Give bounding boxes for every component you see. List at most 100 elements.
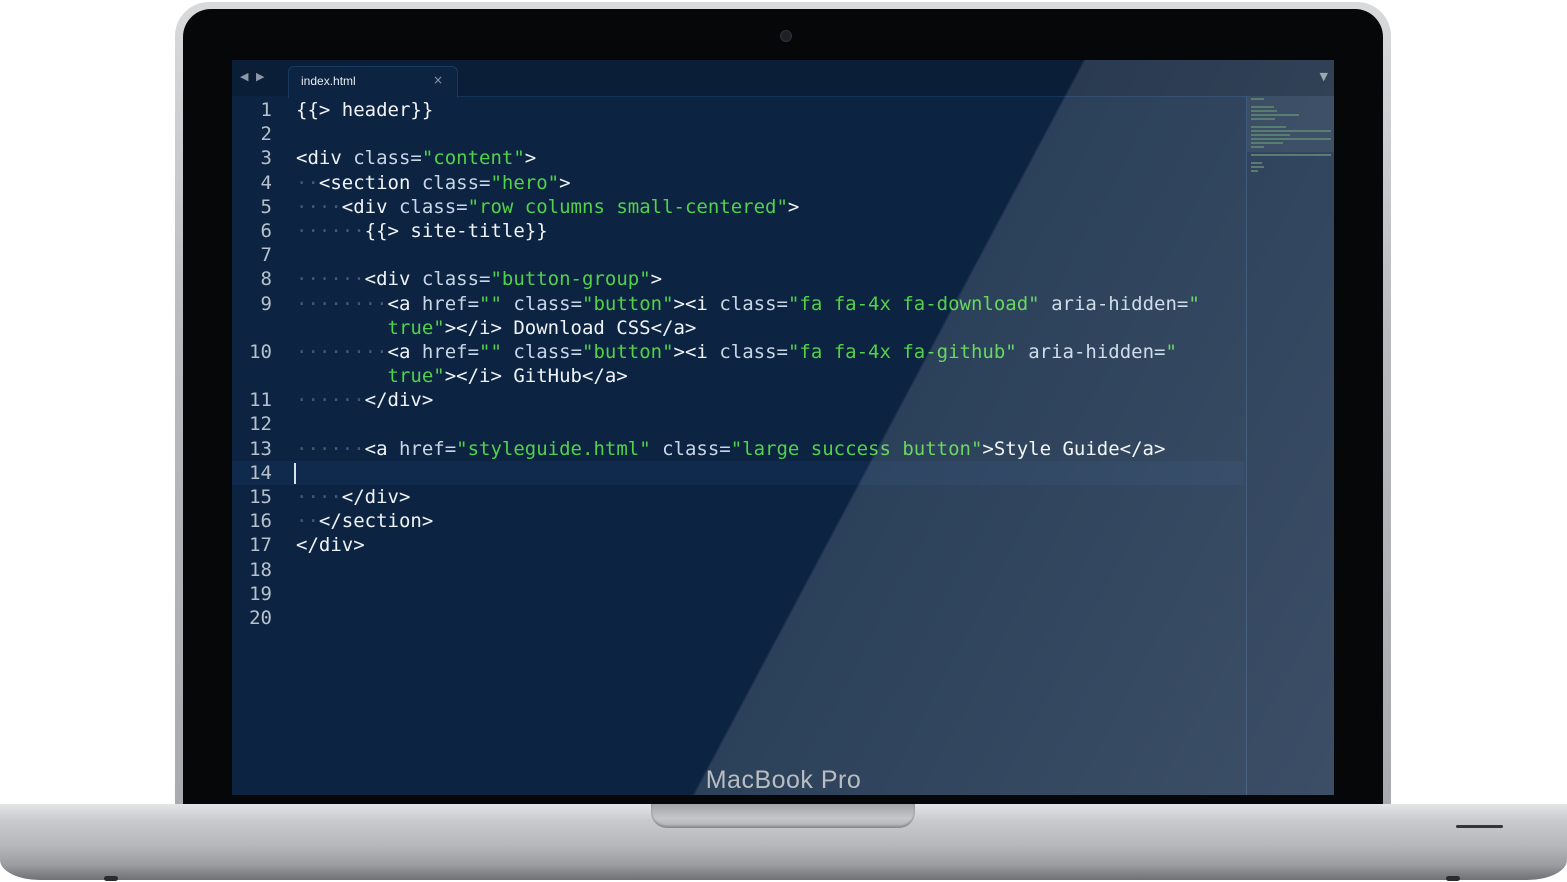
code-line[interactable]: 6 ······{{> site-title}} [232,219,1244,243]
code-token: <div [341,195,399,218]
code-line[interactable]: 1 {{> header}} [232,98,1244,122]
code-line[interactable]: true"></i> Download CSS</a> [232,316,1244,340]
code-token: ········ [296,340,388,363]
code-token: "" [479,340,502,363]
line-number: 6 [260,219,272,242]
code-token: ><i [673,292,720,315]
line-number: 2 [260,123,272,146]
line-number: 11 [249,389,272,412]
minimap-line [1251,110,1278,112]
camera-icon [780,30,792,42]
minimap-line [1251,142,1283,144]
line-number: 14 [249,461,272,484]
code-token: aria-hidden= [1028,340,1166,363]
code-line[interactable]: 17 </div> [232,533,1244,557]
close-icon[interactable]: × [433,73,443,87]
code-text: ······<a href="styleguide.html" class="l… [296,437,1165,461]
code-line[interactable]: 3 <div class="content"> [232,146,1244,170]
code-area[interactable]: 1 {{> header}} 2 3 <div class="content"> 4 ··<… [232,98,1244,630]
line-number: 20 [249,606,272,629]
code-line[interactable]: true"></i> GitHub</a> [232,364,1244,388]
code-text: </div> [296,533,365,557]
laptop-foot [104,876,118,881]
code-line[interactable]: 20 [232,606,1244,630]
code-token: "" [479,292,502,315]
code-line[interactable]: 13 ······<a href="styleguide.html" class=… [232,437,1244,461]
line-number: 12 [249,413,272,436]
code-token: class= [513,292,583,315]
code-token: ><i [673,340,720,363]
minimap-line [1251,126,1287,128]
minimap-line [1251,118,1276,120]
code-text: ··</section> [296,509,433,533]
code-line[interactable]: 16 ··</section> [232,509,1244,533]
code-token: href= [421,340,480,363]
code-line[interactable]: 12 [232,412,1244,436]
tab-nav-arrows-icon[interactable]: ◀ ▶ [240,70,266,83]
code-token: class= [513,340,583,363]
line-number: 19 [249,582,272,605]
minimap-line [1251,138,1331,140]
code-token: ></i> Download CSS</a> [444,316,697,339]
code-line[interactable]: 8 ······<div class="button-group"> [232,267,1244,291]
code-token: <div [364,268,422,291]
minimap-line [1251,134,1290,136]
text-caret [294,462,296,484]
code-line[interactable]: 2 [232,122,1244,146]
minimap-line [1251,98,1265,100]
code-line[interactable]: 19 [232,582,1244,606]
code-token: ········ [296,292,388,315]
line-number: 3 [260,147,272,170]
code-line[interactable]: 10 ········<a href="" class="button"><i c… [232,340,1244,364]
code-token: ></i> GitHub</a> [444,365,628,388]
code-token: "hero" [490,171,560,194]
tab-index-html[interactable]: index.html × [288,66,458,98]
code-token: ······ [296,268,365,291]
code-token: ·· [296,171,319,194]
tab-bar: ◀ ▶ index.html × ▼ [232,60,1334,98]
code-line[interactable]: 11 ······</div> [232,388,1244,412]
code-token: </div> [364,389,434,412]
code-token: class= [719,292,788,315]
code-token: class= [421,268,491,291]
line-number: 13 [249,437,272,460]
code-token: > [524,147,537,170]
minimap-line [1251,170,1258,172]
code-line[interactable]: 5 ····<div class="row columns small-cente… [232,195,1244,219]
minimap-line [1251,154,1331,156]
code-token: > [650,268,663,291]
code-token: ···· [296,195,342,218]
code-text: true"></i> Download CSS</a> [296,316,697,340]
minimap-line [1251,106,1275,108]
lid-opening-notch [651,804,915,828]
brand-label: MacBook Pro [705,766,862,794]
code-token: <a [387,292,422,315]
code-line[interactable]: 7 [232,243,1244,267]
code-line[interactable]: 18 [232,558,1244,582]
code-token: "content" [421,147,525,170]
line-number: 8 [260,268,272,291]
tab-menu-icon[interactable]: ▼ [1320,70,1328,83]
code-token: <a [387,340,422,363]
code-text: {{> header}} [296,98,433,122]
code-line[interactable]: 4 ··<section class="hero"> [232,171,1244,195]
code-line[interactable]: 14 [232,460,1244,485]
minimap[interactable] [1246,96,1334,795]
code-text: ········<a href="" class="button"><i cla… [296,340,1177,364]
line-number: 16 [249,510,272,533]
line-number: 5 [260,195,272,218]
line-number: 17 [249,534,272,557]
code-token: <div [296,147,354,170]
code-line[interactable]: 15 ····</div> [232,485,1244,509]
code-line[interactable]: 9 ········<a href="" class="button"><i cl… [232,292,1244,316]
code-token: > [559,171,571,194]
code-token: {{> site-title}} [364,219,548,242]
code-token: true" [387,316,445,339]
code-token: class= [719,340,788,363]
line-number: 9 [260,292,272,315]
